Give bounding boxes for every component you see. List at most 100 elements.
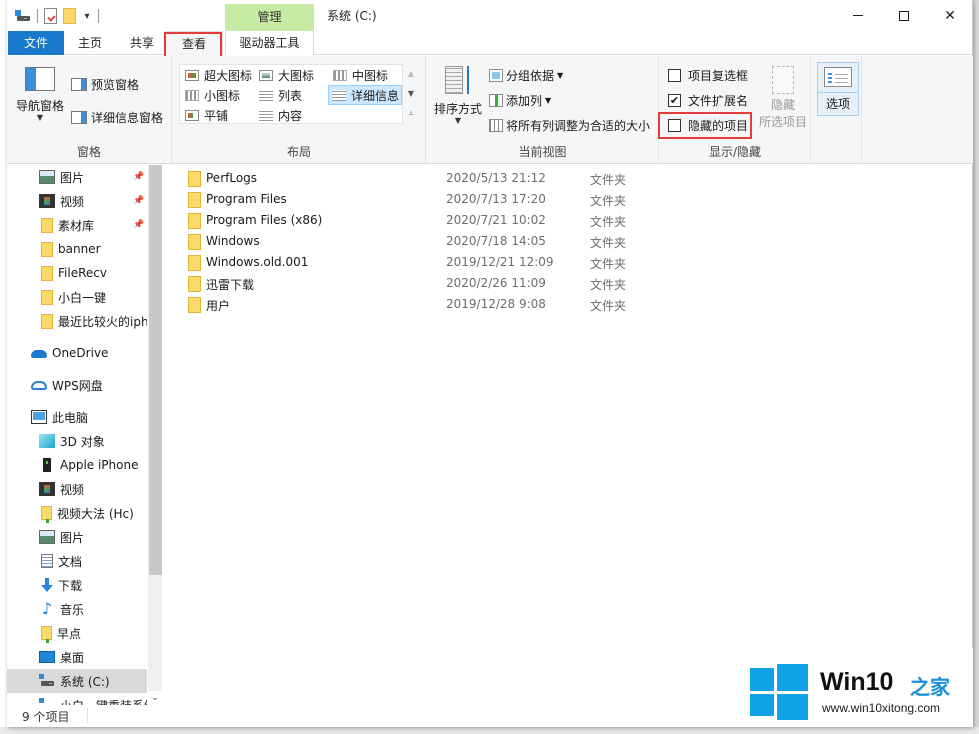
tab-home[interactable]: 主页	[69, 31, 111, 55]
sort-by-button[interactable]: 排序方式 ▼	[431, 62, 485, 138]
preview-pane-button[interactable]: 预览窗格	[71, 74, 139, 94]
close-button[interactable]: ✕	[927, 0, 973, 31]
documents-icon	[41, 554, 53, 568]
pin-icon[interactable]: 📌	[133, 220, 144, 230]
tab-drive-tools[interactable]: 驱动器工具	[225, 31, 314, 55]
layout-list[interactable]: 列表	[256, 85, 302, 105]
details-icon	[332, 89, 346, 101]
scroll-down-icon[interactable]: ⌄	[148, 691, 162, 705]
nav-item-videos[interactable]: 视频	[7, 477, 147, 501]
context-tab-group-manage: 管理	[225, 4, 314, 31]
file-extensions-toggle[interactable]: ✔ 文件扩展名	[668, 90, 748, 110]
file-explorer-window: ▾ 管理 系统 (C:) ✕ 文件 主页 共享 查看 驱动器工具 ? 导航窗格 …	[7, 0, 973, 727]
file-date: 2020/7/21 10:02	[446, 213, 546, 227]
file-row[interactable]: PerfLogs 2020/5/13 21:12 文件夹	[173, 168, 653, 189]
qat-separator	[98, 9, 99, 23]
layout-extra-large-icons[interactable]: 超大图标	[182, 65, 252, 85]
medium-icons-icon	[333, 69, 347, 81]
nav-item-system-c[interactable]: 系统 (C:)	[7, 669, 147, 693]
gallery-scroll-down-icon[interactable]: ▼	[408, 89, 414, 98]
tab-share[interactable]: 共享	[121, 31, 163, 55]
hidden-items-label: 隐藏的项目	[688, 118, 749, 133]
file-date: 2020/7/18 14:05	[446, 234, 546, 248]
options-label: 选项	[818, 92, 858, 112]
file-row[interactable]: Program Files 2020/7/13 17:20 文件夹	[173, 189, 653, 210]
add-column-button[interactable]: 添加列 ▼	[489, 90, 551, 110]
nav-item-label: 下载	[58, 578, 83, 593]
pin-icon[interactable]: 📌	[133, 196, 144, 206]
nav-item-zaodian[interactable]: 早点	[7, 621, 147, 645]
nav-item-apple-iphone[interactable]: Apple iPhone	[7, 453, 147, 477]
nav-pane-scrollbar[interactable]: ⌄	[148, 165, 162, 705]
group-by-button[interactable]: 分组依据 ▼	[489, 65, 563, 85]
nav-item-filerecv[interactable]: FileRecv	[7, 261, 147, 285]
group-by-label: 分组依据	[506, 68, 555, 83]
file-extensions-label: 文件扩展名	[688, 93, 749, 108]
navigation-pane-button[interactable]: 导航窗格 ▼	[11, 62, 69, 132]
details-pane-icon	[71, 110, 87, 124]
navigation-pane-label: 导航窗格	[15, 99, 64, 113]
nav-item-xiaobai[interactable]: 小白一键	[7, 285, 147, 309]
nav-item-sucaiku[interactable]: 素材库 📌	[7, 213, 147, 237]
nav-pane-scrollbar-thumb[interactable]	[149, 165, 162, 575]
maximize-button[interactable]	[881, 0, 927, 31]
file-name: Program Files (x86)	[206, 213, 323, 227]
layout-details[interactable]: 详细信息	[328, 85, 402, 105]
qat-separator	[37, 9, 38, 23]
nav-item-banner[interactable]: banner	[7, 237, 147, 261]
layout-gallery-scroll: ▲ ▼ ⩡	[404, 64, 418, 124]
file-row[interactable]: Program Files (x86) 2020/7/21 10:02 文件夹	[173, 210, 653, 231]
details-pane-button[interactable]: 详细信息窗格	[71, 107, 163, 127]
hide-selected-items-button[interactable]: 隐藏 所选项目	[756, 66, 810, 130]
nav-item-xiaobai-reinstall[interactable]: 小白一键重装系统	[7, 693, 147, 705]
file-extensions-checkbox[interactable]: ✔	[668, 93, 681, 107]
properties-icon[interactable]	[44, 8, 57, 24]
file-date: 2020/2/26 11:09	[446, 276, 546, 290]
options-button[interactable]: 选项	[817, 62, 859, 116]
minimize-button[interactable]	[835, 0, 881, 31]
nav-item-wps-cloud[interactable]: WPS网盘	[7, 373, 147, 397]
file-name: PerfLogs	[206, 171, 258, 185]
layout-small-icons[interactable]: 小图标	[182, 85, 240, 105]
file-row[interactable]: Windows 2020/7/18 14:05 文件夹	[173, 231, 653, 252]
nav-item-music[interactable]: ♪ 音乐	[7, 597, 147, 621]
nav-item-pictures-quick[interactable]: 图片 📌	[7, 165, 147, 189]
nav-item-documents[interactable]: 文档	[7, 549, 147, 573]
drive-icon[interactable]	[15, 10, 31, 22]
file-row[interactable]: Windows.old.001 2019/12/21 12:09 文件夹	[173, 252, 653, 273]
nav-item-3d-objects[interactable]: 3D 对象	[7, 429, 147, 453]
file-row[interactable]: 迅雷下载 2020/2/26 11:09 文件夹	[173, 273, 653, 294]
tab-file[interactable]: 文件	[8, 31, 64, 55]
nav-item-videos-quick[interactable]: 视频 📌	[7, 189, 147, 213]
nav-item-this-pc[interactable]: 此电脑	[7, 405, 147, 429]
new-folder-icon[interactable]	[63, 8, 76, 24]
item-checkboxes-checkbox[interactable]	[668, 68, 681, 82]
nav-item-pictures[interactable]: 图片	[7, 525, 147, 549]
folder-icon	[41, 241, 53, 257]
folder-icon	[41, 265, 53, 281]
gallery-scroll-up-icon[interactable]: ▲	[408, 69, 414, 78]
nav-item-downloads[interactable]: 下载	[7, 573, 147, 597]
layout-content[interactable]: 内容	[256, 105, 302, 125]
chevron-down-icon: ▼	[557, 70, 564, 80]
options-icon	[824, 67, 852, 87]
layout-medium-icons[interactable]: 中图标	[330, 65, 388, 85]
hidden-items-toggle[interactable]: 隐藏的项目	[668, 115, 748, 135]
layout-tiles[interactable]: 平铺	[182, 105, 228, 125]
file-name: 迅雷下载	[206, 278, 255, 292]
nav-item-recent-iph[interactable]: 最近比较火的iph	[7, 309, 147, 333]
gallery-expand-icon[interactable]: ⩡	[409, 109, 414, 119]
nav-item-onedrive[interactable]: OneDrive	[7, 341, 147, 365]
layout-large-icons[interactable]: 大图标	[256, 65, 314, 85]
hidden-items-checkbox[interactable]	[668, 118, 681, 132]
qat-customize-dropdown-icon[interactable]: ▾	[82, 11, 92, 22]
item-checkboxes-toggle[interactable]: 项目复选框	[668, 65, 748, 85]
nav-item-network-hc[interactable]: 视频大法 (Hc)	[7, 501, 147, 525]
nav-item-desktop[interactable]: 桌面	[7, 645, 147, 669]
layout-item-label: 小图标	[204, 88, 241, 103]
file-row[interactable]: 用户 2019/12/28 9:08 文件夹	[173, 294, 653, 315]
tab-view[interactable]: 查看	[165, 31, 223, 56]
pin-icon[interactable]: 📌	[133, 172, 144, 182]
file-type: 文件夹	[590, 173, 627, 187]
size-all-columns-button[interactable]: 将所有列调整为合适的大小	[489, 115, 650, 135]
